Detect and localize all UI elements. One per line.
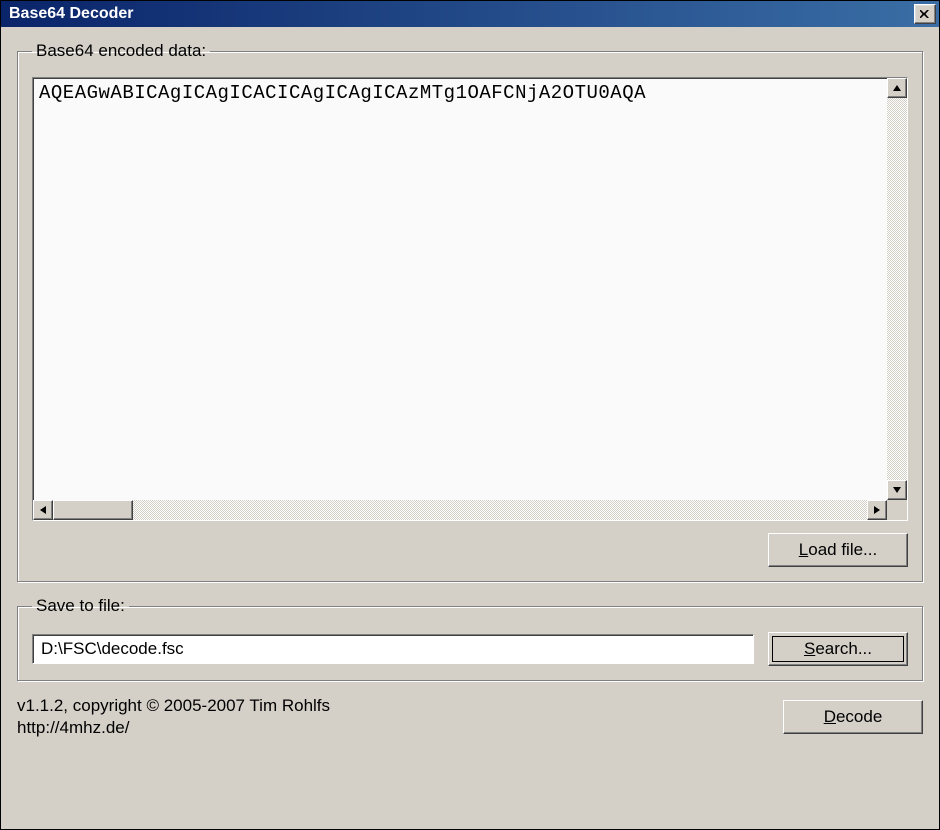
close-icon [920, 10, 930, 18]
scroll-h-track[interactable] [133, 500, 867, 520]
client-area: Base64 encoded data: AQEAGwABICAgICAgICA… [1, 27, 939, 829]
vertical-scrollbar[interactable] [887, 78, 907, 500]
about-text: v1.1.2, copyright © 2005-2007 Tim Rohlfs… [17, 695, 769, 739]
save-row: D:\FSC\decode.fsc Search... [32, 632, 908, 666]
save-group: Save to file: D:\FSC\decode.fsc Search..… [17, 596, 923, 681]
scroll-h-thumb[interactable] [53, 500, 133, 520]
save-path-text: D:\FSC\decode.fsc [41, 639, 184, 659]
scroll-up-button[interactable] [887, 78, 907, 98]
horizontal-scrollbar[interactable] [33, 500, 887, 520]
arrow-right-icon [874, 506, 880, 514]
arrow-left-icon [40, 506, 46, 514]
footer-row: v1.1.2, copyright © 2005-2007 Tim Rohlfs… [17, 695, 923, 739]
scroll-v-track[interactable] [887, 98, 907, 480]
scroll-corner [887, 500, 907, 520]
arrow-up-icon [893, 85, 901, 91]
encoded-group: Base64 encoded data: AQEAGwABICAgICAgICA… [17, 41, 923, 582]
decode-button[interactable]: Decode [783, 700, 923, 734]
search-button[interactable]: Search... [768, 632, 908, 666]
scroll-down-button[interactable] [887, 480, 907, 500]
encoded-button-row: Load file... [32, 533, 908, 567]
save-legend: Save to file: [32, 596, 129, 616]
save-path-input[interactable]: D:\FSC\decode.fsc [32, 634, 754, 664]
titlebar: Base64 Decoder [1, 1, 939, 27]
encoded-text: AQEAGwABICAgICAgICACICAgICAgICAzMTg1OAFC… [39, 82, 885, 104]
scroll-left-button[interactable] [33, 500, 53, 520]
about-line2: http://4mhz.de/ [17, 717, 769, 739]
app-window: Base64 Decoder Base64 encoded data: AQEA… [0, 0, 940, 830]
encoded-legend: Base64 encoded data: [32, 41, 210, 61]
close-button[interactable] [914, 4, 936, 24]
about-line1: v1.1.2, copyright © 2005-2007 Tim Rohlfs [17, 695, 769, 717]
encoded-textarea[interactable]: AQEAGwABICAgICAgICACICAgICAgICAzMTg1OAFC… [32, 77, 908, 521]
arrow-down-icon [893, 487, 901, 493]
scroll-right-button[interactable] [867, 500, 887, 520]
load-file-button[interactable]: Load file... [768, 533, 908, 567]
window-title: Base64 Decoder [9, 5, 914, 23]
